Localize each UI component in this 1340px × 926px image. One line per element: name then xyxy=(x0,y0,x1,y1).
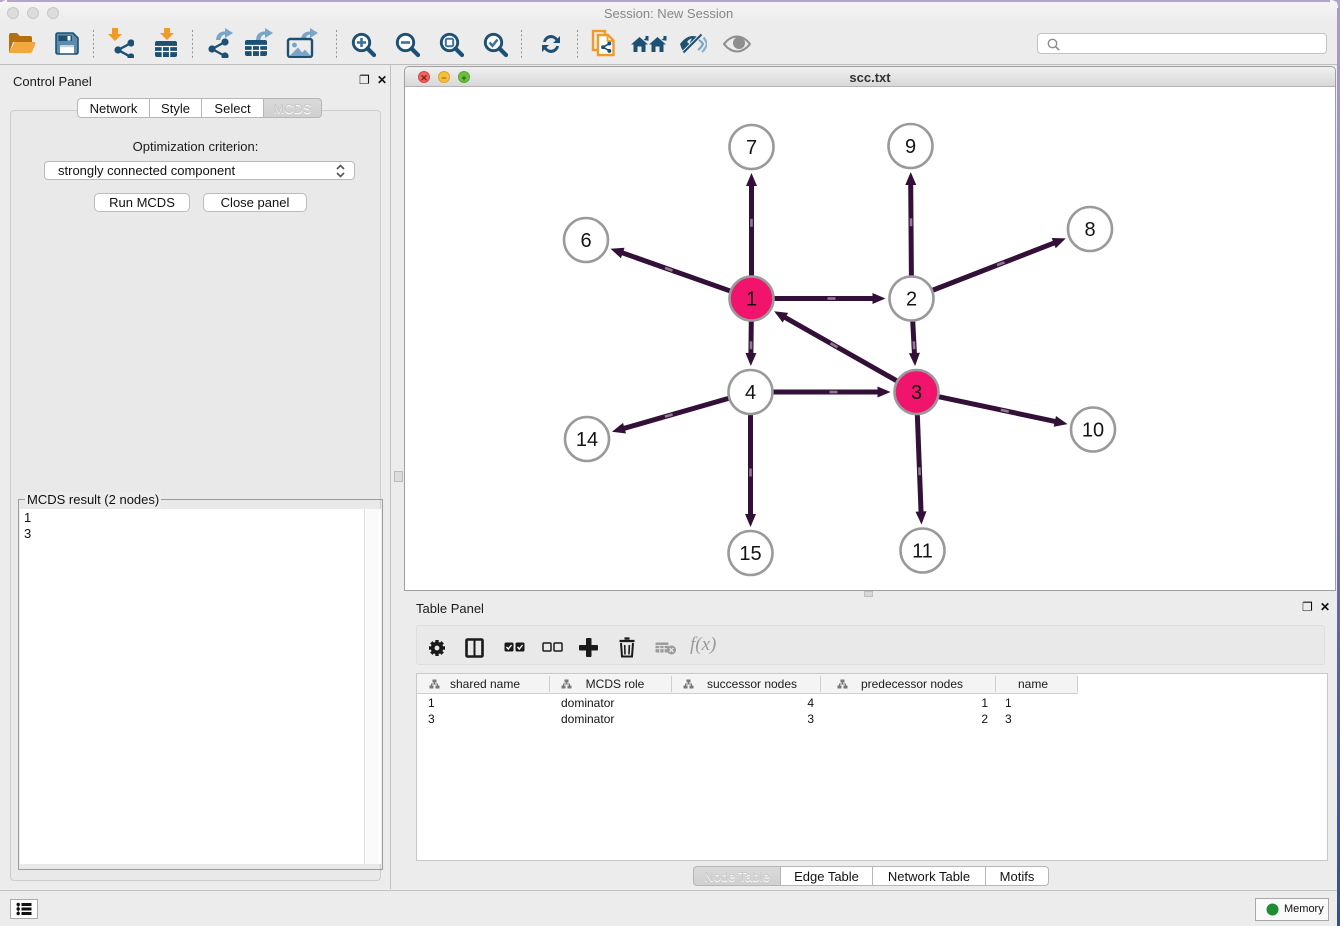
svg-text:6: 6 xyxy=(580,230,591,252)
svg-text:7: 7 xyxy=(746,137,757,159)
svg-text:2: 2 xyxy=(906,289,917,311)
svg-text:3: 3 xyxy=(911,382,922,404)
svg-text:15: 15 xyxy=(739,543,761,565)
svg-text:4: 4 xyxy=(745,382,756,404)
svg-text:14: 14 xyxy=(576,429,598,451)
svg-text:11: 11 xyxy=(912,541,933,563)
svg-text:1: 1 xyxy=(746,289,757,311)
svg-text:10: 10 xyxy=(1082,420,1104,442)
svg-text:8: 8 xyxy=(1084,219,1095,241)
svg-text:9: 9 xyxy=(905,136,916,158)
